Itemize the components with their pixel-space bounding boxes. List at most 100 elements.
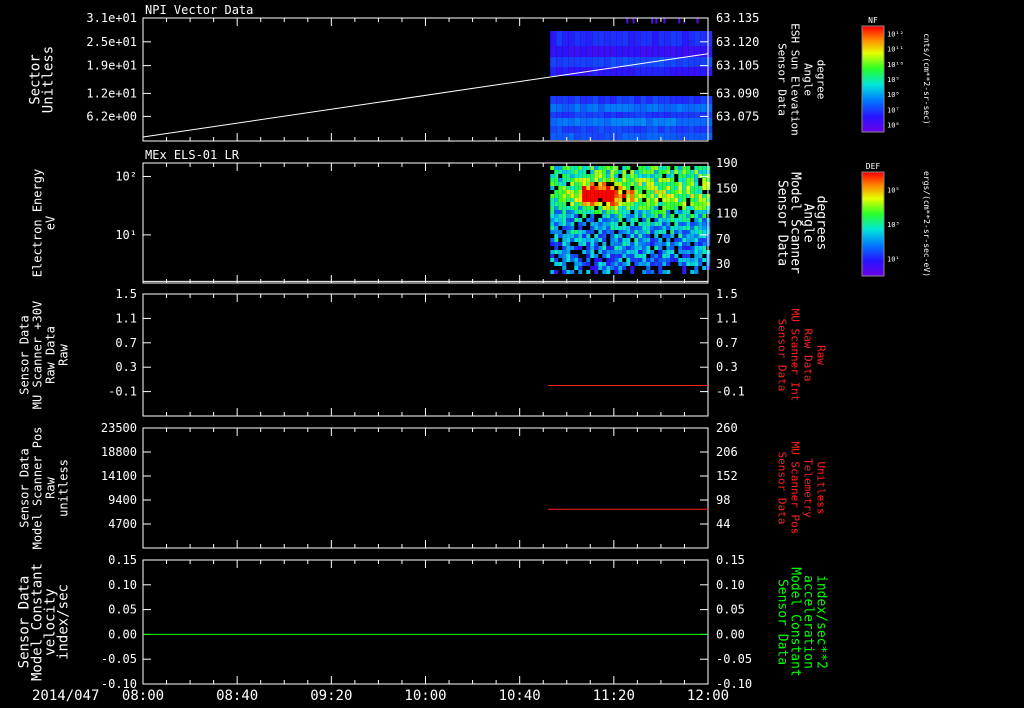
spectrogram-cell [550,206,555,210]
spectrogram-cell [586,258,591,262]
spectrogram-cell [630,270,635,274]
spectrogram-cell [614,262,619,266]
spectrogram-cell [670,230,675,234]
spectrogram-cell [562,178,567,182]
y-tick-label-left: 0.10 [108,578,137,592]
spectrogram-cell [618,226,623,230]
spectrogram-cell [550,254,555,258]
spectrogram-cell [566,170,571,174]
spectrogram-cell [642,202,647,206]
spectrogram-cell [662,250,667,254]
spectrogram-cell [646,250,651,254]
spectrogram-cell [674,198,679,202]
spectrogram-cell [690,186,695,190]
spectrogram-cell [562,126,569,133]
spectrogram-cell [618,206,623,210]
spectrogram-cell [694,96,701,104]
spectrogram-cell [594,198,599,202]
spectrogram-cell [610,198,615,202]
spectrogram-cell [602,246,607,250]
spectrogram-cell [578,218,583,222]
spectrogram-cell [550,270,555,274]
y-tick-label-right: 63.135 [716,11,759,25]
spectrogram-cell [614,222,619,226]
spectrogram-cell [598,258,603,262]
spectrogram-cell [614,170,619,174]
spectrogram-cell [582,194,587,198]
spectrogram-cell [570,246,575,250]
spectrogram-cell [574,31,581,46]
spectrogram-cell [598,250,603,254]
spectrogram-cell [658,178,663,182]
spectrogram-cell [610,262,615,266]
spectrogram-cell [610,202,615,206]
spectrogram-cell [594,262,599,266]
spectrogram-cell [614,202,619,206]
spectrogram-cell [662,166,667,170]
spectrogram-cell [640,133,647,140]
colorbar-tick: 10³ [887,221,900,229]
spectrogram-cell [670,96,677,104]
spectrogram-cell [646,198,651,202]
spectrogram-cell [598,96,605,104]
spectrogram-cell [682,206,687,210]
spectrogram-cell [602,270,607,274]
spectrogram-cell [688,46,695,57]
spectrogram-cell [550,242,555,246]
spectrogram-cell [622,254,627,258]
panel-frame [142,427,709,549]
spectrogram-cell [580,96,587,104]
spectrogram-cell [556,118,563,126]
spectrogram-cell [626,198,631,202]
spectrogram-cell [678,234,683,238]
spectrogram-cell [568,57,575,67]
spectrogram-cell [630,246,635,250]
spectrogram-cell [598,266,603,270]
spectrogram-cell [700,104,707,112]
spectrogram-cell [614,226,619,230]
spectrogram-cell [706,118,713,126]
spectrogram-cell [642,178,647,182]
spectrogram-cell [658,112,665,118]
spectrogram-cell [634,234,639,238]
spectrogram-cell [602,174,607,178]
spectrogram-cell [606,198,611,202]
y-axis-label-right: Raw [815,345,828,365]
y-axis-label-left: Raw [44,476,58,498]
spectrogram-cell [604,31,611,46]
spectrogram-cell [594,270,599,274]
spectrogram-cell [634,198,639,202]
spectrogram-cell [598,210,603,214]
spectrogram-cell [602,214,607,218]
spectrogram-cell [554,218,559,222]
y-axis-label-right: Sensor Data [776,43,789,116]
spectrogram-cell [690,250,695,254]
spectrogram-cell [590,174,595,178]
spectrogram-cell [580,133,587,140]
spectrogram-cell [598,182,603,186]
spectrogram-cell [626,226,631,230]
spectrogram-cell [630,174,635,178]
spectrogram-cell [574,234,579,238]
y-axis-label-right: Sensor Data [775,579,790,665]
spectrogram-cell [694,246,699,250]
panel-frame [142,293,709,417]
spectrogram-cell [662,198,667,202]
spectrogram-cell [700,31,707,46]
spectrogram-cell [638,186,643,190]
spectrogram-cell [700,133,707,140]
spectrogram-cell [582,174,587,178]
spectrogram-cell [694,226,699,230]
spectrogram-cell [590,206,595,210]
spectrogram-cell [678,190,683,194]
spectrogram-cell [558,210,563,214]
spectrogram-cell [610,218,615,222]
spectrogram-cell [604,46,611,57]
spectrogram-cell [634,186,639,190]
spectrogram-cell [562,270,567,274]
spectrogram-cell [616,57,623,67]
spectrogram-cell [622,46,629,57]
spectrogram-cell [686,218,691,222]
spectrogram-cell [592,96,599,104]
spectrogram-cell [686,194,691,198]
